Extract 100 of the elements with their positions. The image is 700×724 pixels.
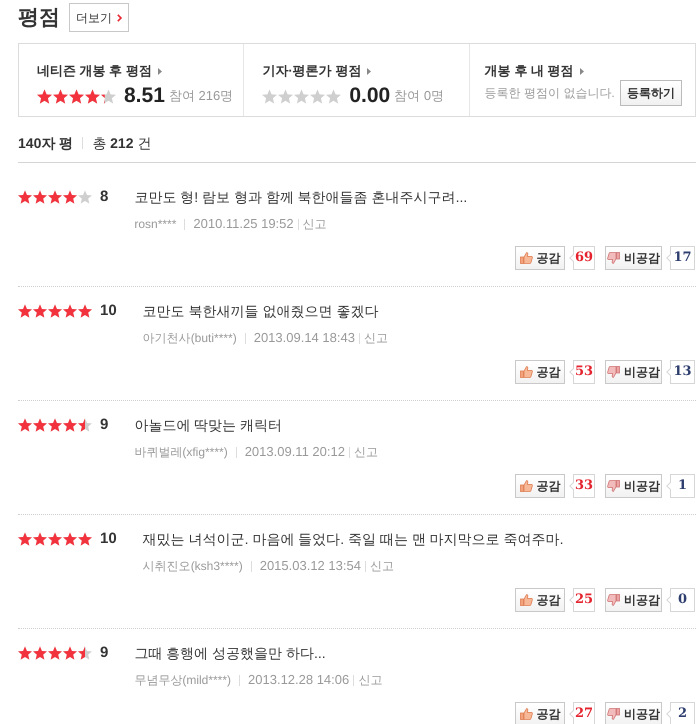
participant-count: 참여 216명 bbox=[168, 87, 234, 106]
total-count: 총 212 건 bbox=[92, 134, 152, 153]
star-icon bbox=[18, 418, 32, 432]
star-icon bbox=[63, 646, 77, 660]
rating-label[interactable]: 개봉 후 내 평점 bbox=[484, 63, 574, 79]
list-title: 140자 평 bbox=[18, 134, 74, 153]
author-name: rosn**** bbox=[134, 216, 176, 233]
star-icon bbox=[48, 532, 62, 546]
score-value: 8.51 bbox=[124, 84, 165, 108]
register-button[interactable]: 등록하기 bbox=[620, 80, 682, 106]
review-score: 9 bbox=[100, 644, 108, 662]
review-date: 2013.09.11 20:12 bbox=[244, 443, 345, 462]
star-icon bbox=[69, 88, 84, 104]
review-text: 코만도 북한새끼들 없애줬으면 좋겠다 bbox=[142, 302, 380, 320]
star-icon bbox=[18, 190, 32, 204]
chevron-icon bbox=[117, 14, 122, 22]
thumbs-up-icon bbox=[520, 594, 532, 606]
review-score: 9 bbox=[100, 416, 108, 434]
like-button[interactable]: 공감 bbox=[515, 702, 565, 724]
empty-message: 등록한 평점이 없습니다. bbox=[484, 85, 615, 102]
star-icon bbox=[78, 418, 92, 432]
participant-count: 참여 0명 bbox=[394, 87, 444, 106]
star-icon bbox=[48, 418, 62, 432]
author-name: 아기천사(buti****) bbox=[142, 330, 237, 347]
dislike-button[interactable]: 비공감 bbox=[605, 474, 662, 498]
thumbs-down-icon bbox=[607, 708, 620, 720]
star-icon bbox=[63, 532, 77, 546]
star-icon bbox=[278, 88, 294, 104]
star-icon bbox=[37, 88, 52, 104]
review-score: 10 bbox=[100, 302, 117, 320]
star-icon bbox=[33, 418, 47, 432]
review-text: 그때 흥행에 성공했을만 하다... bbox=[134, 644, 327, 662]
thumbs-up-icon bbox=[520, 252, 532, 264]
like-count: 33 bbox=[569, 474, 595, 498]
dislike-count: 17 bbox=[666, 246, 695, 270]
rating-label[interactable]: 네티즌 개봉 후 평점 bbox=[37, 63, 152, 79]
author-name: 시취진오(ksh3****) bbox=[142, 558, 243, 575]
review-text: 아놀드에 딱맞는 캐릭터 bbox=[134, 416, 284, 434]
star-icon bbox=[78, 304, 92, 318]
star-icon bbox=[101, 88, 116, 104]
like-count: 69 bbox=[569, 246, 595, 270]
star-icon bbox=[63, 418, 77, 432]
review-date: 2010.11.25 19:52 bbox=[193, 215, 294, 234]
star-icon bbox=[18, 532, 32, 546]
star-icon bbox=[262, 88, 278, 104]
star-icon bbox=[63, 190, 77, 204]
like-button[interactable]: 공감 bbox=[515, 474, 565, 498]
caret-icon bbox=[580, 68, 584, 74]
star-icon bbox=[78, 532, 92, 546]
review-date: 2013.12.28 14:06 bbox=[248, 671, 350, 690]
star-icon bbox=[18, 304, 32, 318]
thumbs-down-icon bbox=[607, 594, 620, 606]
thumbs-down-icon bbox=[607, 252, 620, 264]
like-button[interactable]: 공감 bbox=[515, 588, 565, 612]
star-icon bbox=[33, 646, 47, 660]
dislike-button[interactable]: 비공감 bbox=[605, 588, 662, 612]
more-button[interactable]: 더보기 bbox=[69, 3, 129, 32]
caret-icon bbox=[367, 68, 372, 74]
thumbs-up-icon bbox=[520, 708, 532, 720]
dislike-button[interactable]: 비공감 bbox=[605, 246, 662, 270]
star-icon bbox=[33, 190, 47, 204]
section-title: 평점 bbox=[18, 5, 60, 31]
star-icon bbox=[48, 190, 62, 204]
star-icon bbox=[33, 304, 47, 318]
star-icon bbox=[18, 646, 32, 660]
star-icon bbox=[63, 304, 77, 318]
dislike-count: 1 bbox=[666, 474, 695, 498]
dislike-count: 2 bbox=[666, 702, 695, 724]
review-score: 8 bbox=[100, 188, 108, 206]
star-icon bbox=[310, 88, 326, 104]
star-icon bbox=[78, 190, 92, 204]
star-icon bbox=[48, 646, 62, 660]
dislike-button[interactable]: 비공감 bbox=[605, 360, 662, 384]
star-icon bbox=[294, 88, 310, 104]
like-count: 25 bbox=[569, 588, 595, 612]
review-text: 재밌는 녀석이군. 마음에 들었다. 죽일 때는 맨 마지막으로 죽여주마. bbox=[142, 530, 564, 548]
dislike-button[interactable]: 비공감 bbox=[605, 702, 662, 724]
thumbs-down-icon bbox=[607, 480, 620, 492]
review-date: 2015.03.12 13:54 bbox=[260, 557, 361, 576]
like-count: 27 bbox=[569, 702, 595, 724]
star-icon bbox=[33, 532, 47, 546]
thumbs-up-icon bbox=[520, 366, 532, 378]
like-count: 53 bbox=[569, 360, 595, 384]
review-text: 코만도 형! 람보 형과 함께 북한애들좀 혼내주시구려... bbox=[134, 188, 468, 206]
rating-label[interactable]: 기자·평론가 평점 bbox=[262, 63, 362, 79]
review-score: 10 bbox=[100, 530, 117, 548]
like-button[interactable]: 공감 bbox=[515, 360, 565, 384]
dislike-count: 13 bbox=[666, 360, 695, 384]
score-value: 0.00 bbox=[349, 84, 390, 108]
star-icon bbox=[326, 88, 342, 104]
thumbs-up-icon bbox=[520, 480, 532, 492]
like-button[interactable]: 공감 bbox=[515, 246, 565, 270]
author-name: 바퀴벌레(xfig****) bbox=[134, 444, 228, 461]
star-icon bbox=[85, 88, 100, 104]
author-name: 무념무상(mild****) bbox=[134, 672, 232, 689]
dislike-count: 0 bbox=[666, 588, 695, 612]
review-date: 2013.09.14 18:43 bbox=[254, 329, 355, 348]
star-icon bbox=[48, 304, 62, 318]
star-icon bbox=[78, 646, 92, 660]
star-icon bbox=[53, 88, 68, 104]
